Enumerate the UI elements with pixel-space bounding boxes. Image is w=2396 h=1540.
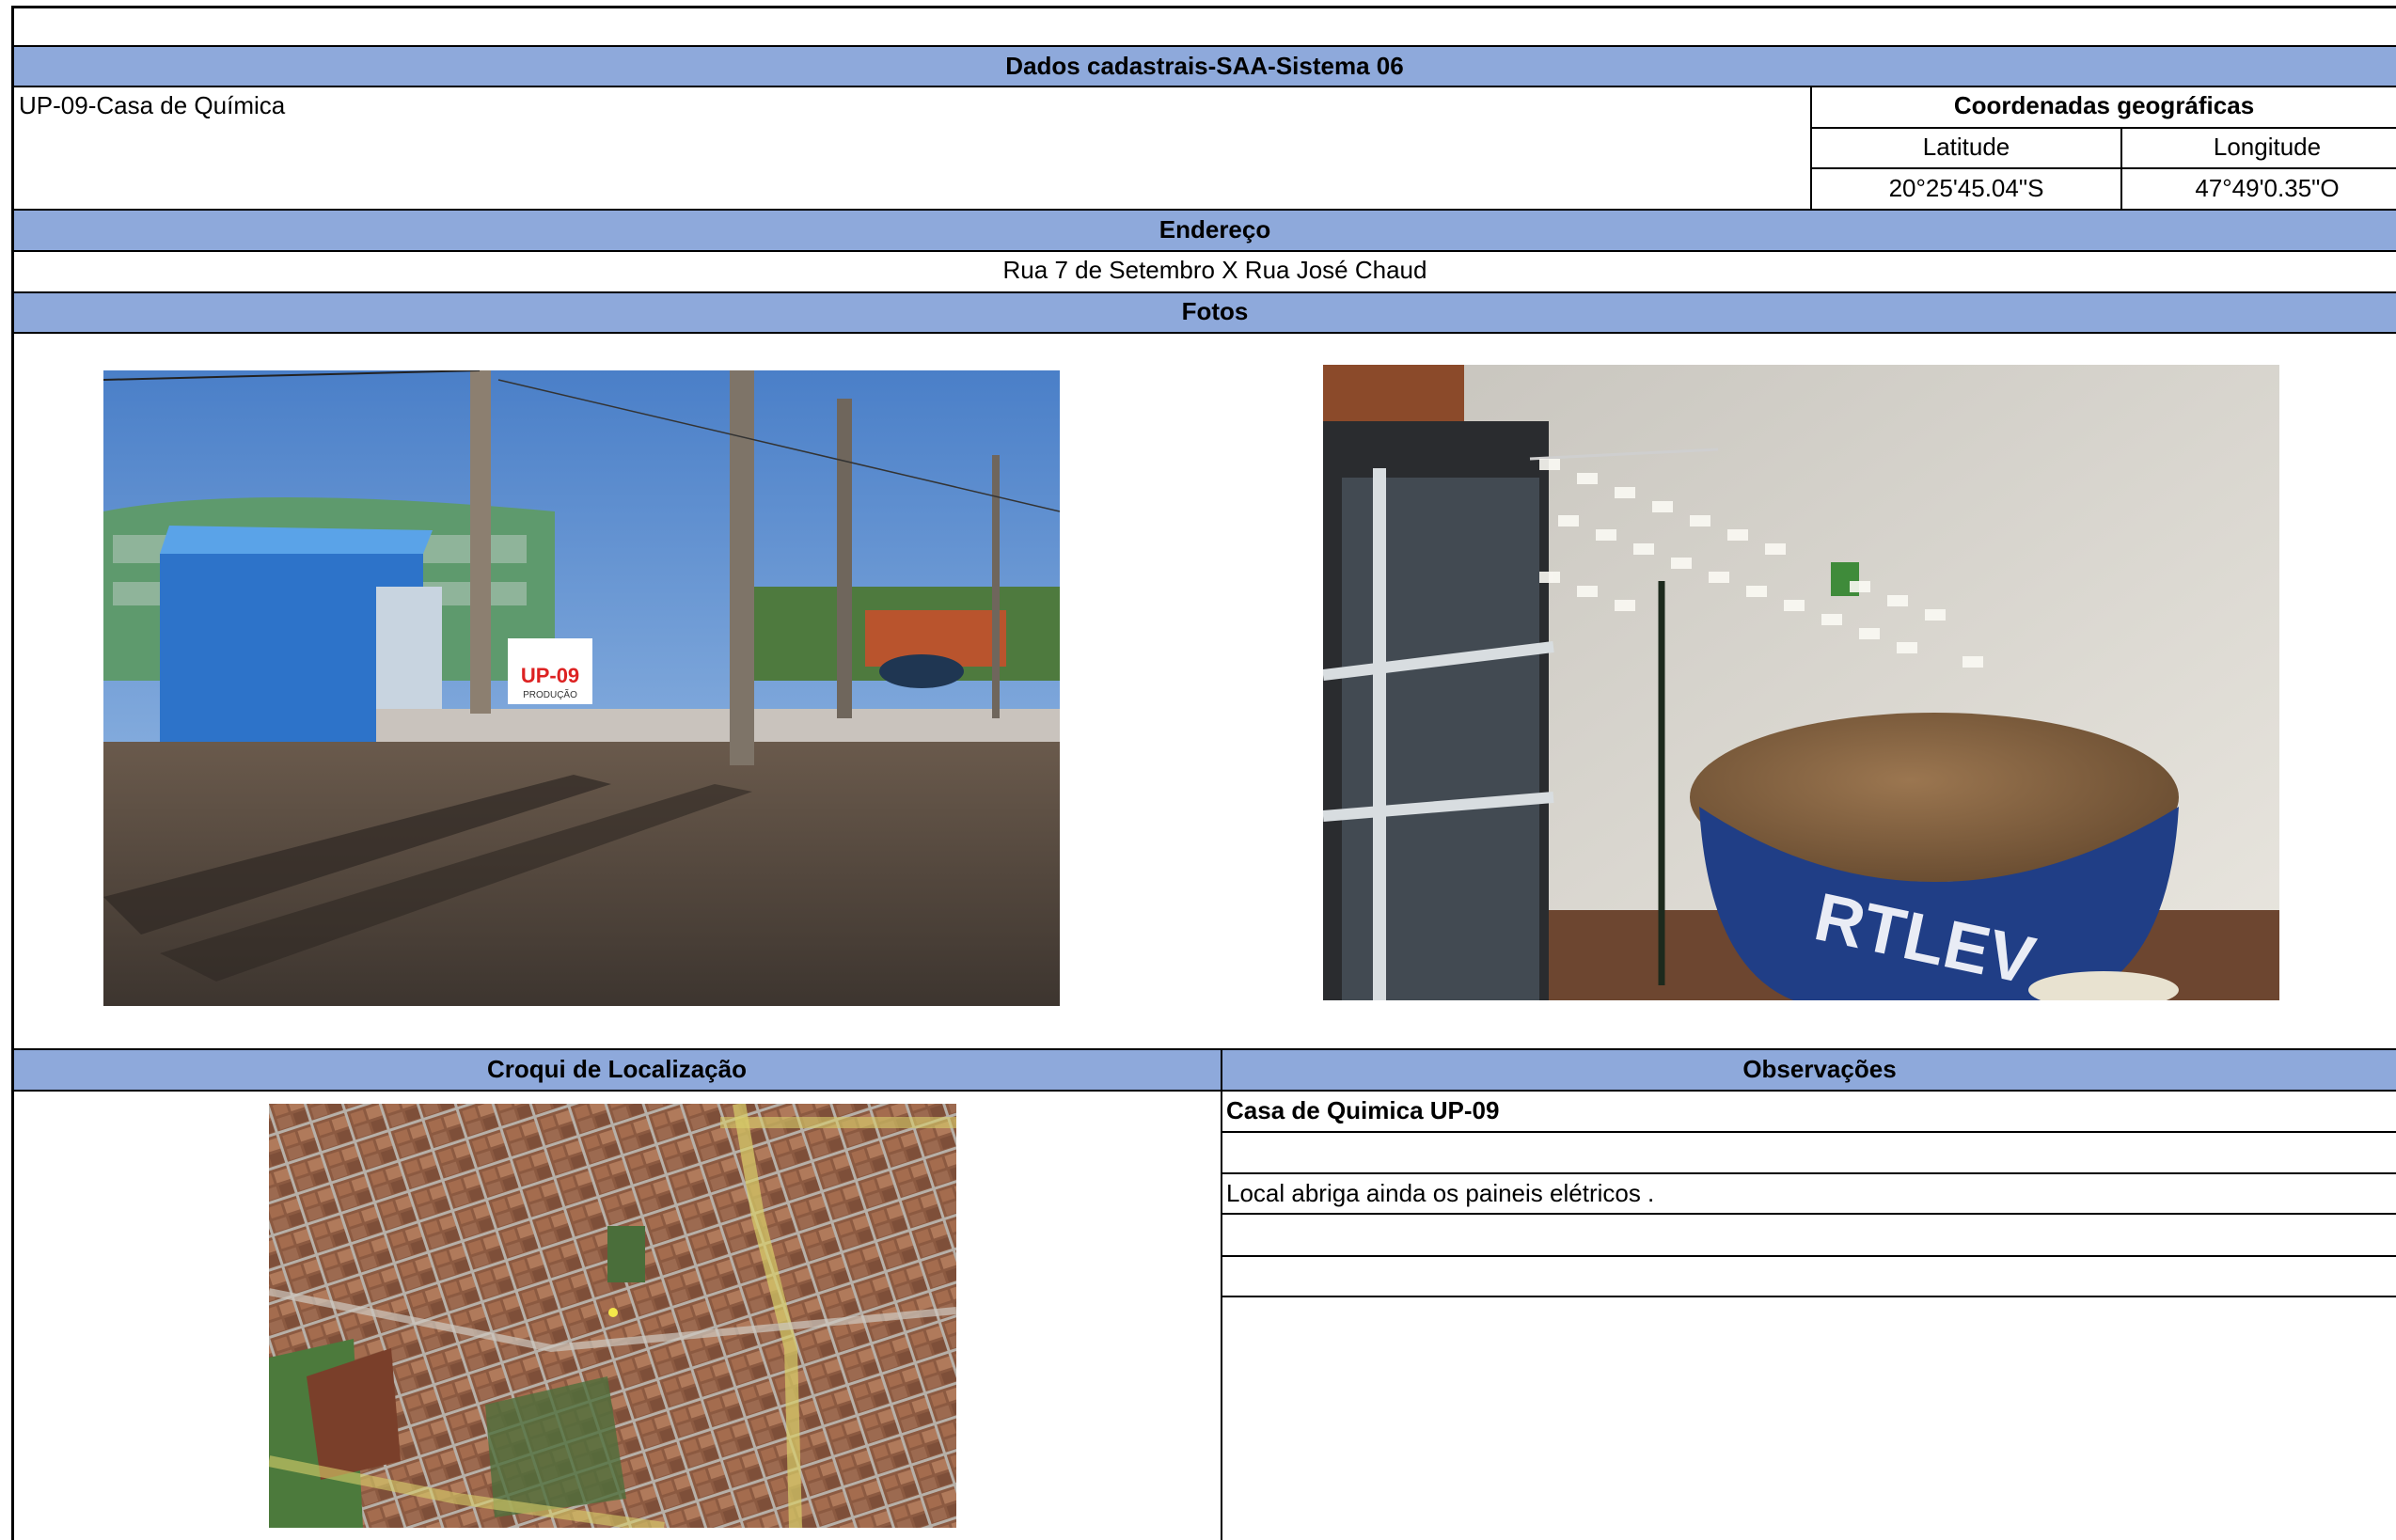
sign-text: UP-09 bbox=[521, 664, 579, 687]
street-photo: UP-09 PRODUÇÃO bbox=[103, 370, 1060, 1006]
latitude-label: Latitude bbox=[1922, 133, 2010, 161]
location-map bbox=[269, 1104, 956, 1528]
longitude-value: 47°49'0.35"O bbox=[2195, 174, 2340, 202]
longitude-label: Longitude bbox=[2213, 133, 2322, 161]
unit-name: UP-09-Casa de Química bbox=[19, 91, 286, 119]
observation-line-3: Local abriga ainda os paineis elétricos … bbox=[1226, 1179, 1655, 1207]
latitude-value: 20°25'45.04"S bbox=[1888, 174, 2044, 202]
address-value: Rua 7 de Setembro X Rua José Chaud bbox=[1002, 256, 1427, 284]
photos-heading: Fotos bbox=[1181, 297, 1249, 325]
coordinates-heading: Coordenadas geográficas bbox=[1953, 91, 2255, 119]
observations-heading: Observações bbox=[1742, 1055, 1897, 1083]
tank-photo: RTLEV bbox=[1323, 365, 2279, 1000]
sign-subtext: PRODUÇÃO bbox=[523, 688, 577, 700]
location-heading: Croqui de Localização bbox=[487, 1055, 747, 1083]
observation-line-1: Casa de Quimica UP-09 bbox=[1226, 1096, 1500, 1124]
sheet-title: Dados cadastrais-SAA-Sistema 06 bbox=[1005, 52, 1404, 80]
spreadsheet-sheet: Dados cadastrais-SAA-Sistema 06 UP-09-Ca… bbox=[0, 0, 2396, 1540]
address-heading: Endereço bbox=[1159, 215, 1271, 244]
